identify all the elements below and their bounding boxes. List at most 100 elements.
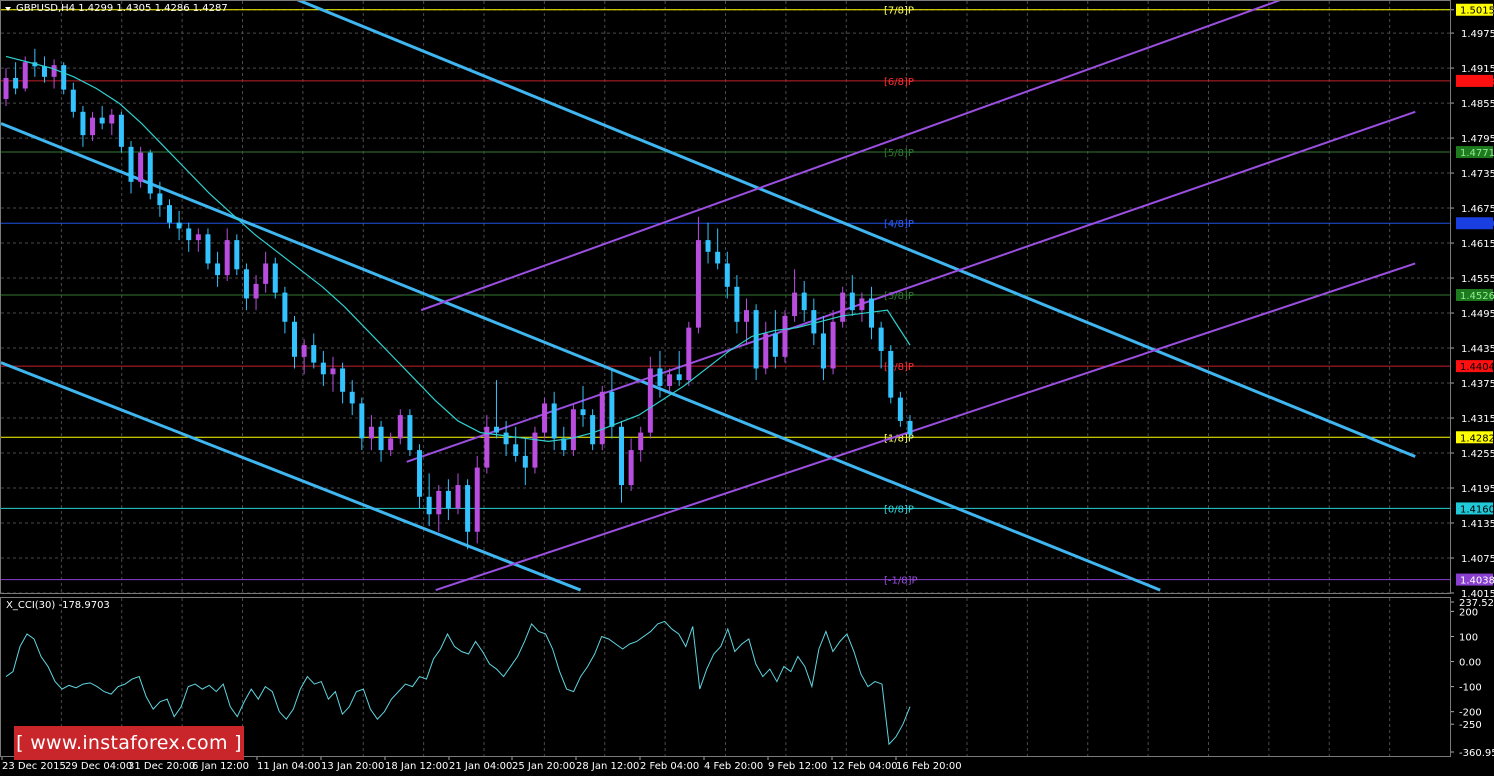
- candle-body: [503, 432, 509, 445]
- candle-body: [157, 193, 163, 206]
- candle-body: [166, 205, 172, 223]
- candle-body: [878, 327, 884, 351]
- murrey-level-label: [6/8]P: [884, 77, 914, 88]
- price-level-tag-label: 1.4649: [1460, 219, 1494, 230]
- price-tick-label: 1.4735: [1461, 169, 1494, 180]
- candle-body: [340, 368, 346, 392]
- candle-body: [311, 345, 317, 363]
- murrey-level-label: [4/8]P: [884, 219, 914, 230]
- candle-body: [176, 222, 182, 229]
- candle-body: [80, 111, 86, 136]
- time-tick-label: 6 Jan 12:00: [192, 761, 249, 772]
- candle-body: [811, 310, 817, 334]
- candle-body: [282, 292, 288, 322]
- candle-body: [70, 89, 76, 112]
- price-tick-label: 1.4675: [1461, 204, 1494, 215]
- cci-tick-label: -200: [1459, 708, 1482, 719]
- price-level-tag-label: 1.4526: [1460, 291, 1494, 302]
- candle-body: [657, 368, 663, 386]
- candle-body: [830, 321, 836, 369]
- candle-body: [378, 426, 384, 451]
- price-level-tag-label: 1.5015: [1460, 6, 1494, 17]
- price-tick-label: 1.4375: [1461, 379, 1494, 390]
- candle-body: [888, 350, 894, 398]
- candle-body: [320, 362, 326, 375]
- candle-body: [801, 292, 807, 311]
- price-tick-label: 1.4915: [1461, 64, 1494, 75]
- candle-body: [215, 263, 221, 276]
- candle-body: [51, 65, 57, 77]
- time-tick-label: 21 Jan 04:00: [449, 761, 512, 772]
- candle-body: [513, 444, 519, 456]
- candle-body: [205, 234, 211, 264]
- murrey-level-label: [3/8]P: [884, 291, 914, 302]
- chart-header-title: GBPUSD,H4 1.4299 1.4305 1.4286 1.4287: [16, 3, 228, 14]
- price-level-tag-label: 1.4160: [1460, 504, 1494, 515]
- candle-body: [388, 438, 394, 451]
- time-tick-label: 29 Dec 04:00: [65, 761, 132, 772]
- candle-body: [705, 240, 711, 252]
- candle-body: [99, 117, 105, 124]
- price-level-tag-label: 1.4893: [1460, 77, 1494, 88]
- candle-body: [109, 114, 115, 124]
- candle-body: [407, 415, 413, 451]
- candle-body: [599, 391, 605, 445]
- chart-canvas: [7/8]P[6/8]P[5/8]P[4/8]P[3/8]P[2/8]P[1/8…: [0, 0, 1494, 776]
- candle-body: [147, 152, 153, 194]
- price-tick-label: 1.4255: [1461, 449, 1494, 460]
- time-tick-label: 4 Feb 20:00: [704, 761, 763, 772]
- candle-body: [243, 269, 249, 299]
- candle-body: [186, 228, 192, 241]
- cci-tick-label: -250: [1459, 720, 1482, 731]
- candle-body: [13, 77, 19, 89]
- candle-body: [609, 391, 615, 427]
- candle-body: [455, 485, 461, 509]
- candle-body: [849, 292, 855, 311]
- price-tick-label: 1.4615: [1461, 239, 1494, 250]
- candle-body: [897, 397, 903, 421]
- price-tick-label: 1.4495: [1461, 309, 1494, 320]
- candle-body: [907, 420, 913, 435]
- price-tick-label: 1.4195: [1461, 484, 1494, 495]
- price-tick-label: 1.4795: [1461, 134, 1494, 145]
- candle-body: [590, 415, 596, 445]
- price-level-tag-label: 1.4771: [1460, 148, 1494, 159]
- candle-body: [426, 496, 432, 515]
- candle-body: [638, 432, 644, 451]
- candle-body: [359, 403, 365, 439]
- candle-body: [417, 450, 423, 497]
- time-tick-label: 13 Jan 20:00: [321, 761, 384, 772]
- candle-body: [349, 391, 355, 404]
- price-tick-label: 1.4075: [1461, 554, 1494, 565]
- time-tick-label: 18 Jan 12:00: [385, 761, 448, 772]
- price-level-tag-label: 1.4404: [1460, 362, 1494, 373]
- price-tick-label: 1.4855: [1461, 99, 1494, 110]
- candle-body: [551, 403, 557, 439]
- cci-tick-label: 0.00: [1459, 658, 1481, 669]
- cci-tick-label: 100: [1459, 632, 1478, 643]
- candle-body: [532, 432, 538, 468]
- price-tick-label: 1.4975: [1461, 29, 1494, 40]
- candle-body: [138, 152, 144, 182]
- candle-body: [3, 77, 9, 99]
- time-tick-label: 25 Jan 20:00: [512, 761, 575, 772]
- cci-tick-label: 200: [1459, 607, 1478, 618]
- candle-body: [522, 455, 528, 468]
- candle-body: [465, 485, 471, 532]
- candle-body: [272, 263, 278, 293]
- chart-background: [0, 0, 1494, 776]
- candle-body: [368, 426, 374, 439]
- candle-body: [667, 374, 673, 386]
- candle-body: [330, 368, 336, 375]
- murrey-level-label: [7/8]P: [884, 6, 914, 17]
- candle-body: [859, 298, 865, 311]
- candle-body: [580, 409, 586, 416]
- candle-body: [840, 292, 846, 322]
- candle-body: [234, 240, 240, 270]
- candle-body: [493, 426, 499, 433]
- murrey-level-label: [0/8]P: [884, 504, 914, 515]
- candle-body: [772, 333, 778, 357]
- candle-body: [647, 368, 653, 433]
- candle-body: [715, 251, 721, 264]
- time-tick-label: 31 Dec 20:00: [128, 761, 195, 772]
